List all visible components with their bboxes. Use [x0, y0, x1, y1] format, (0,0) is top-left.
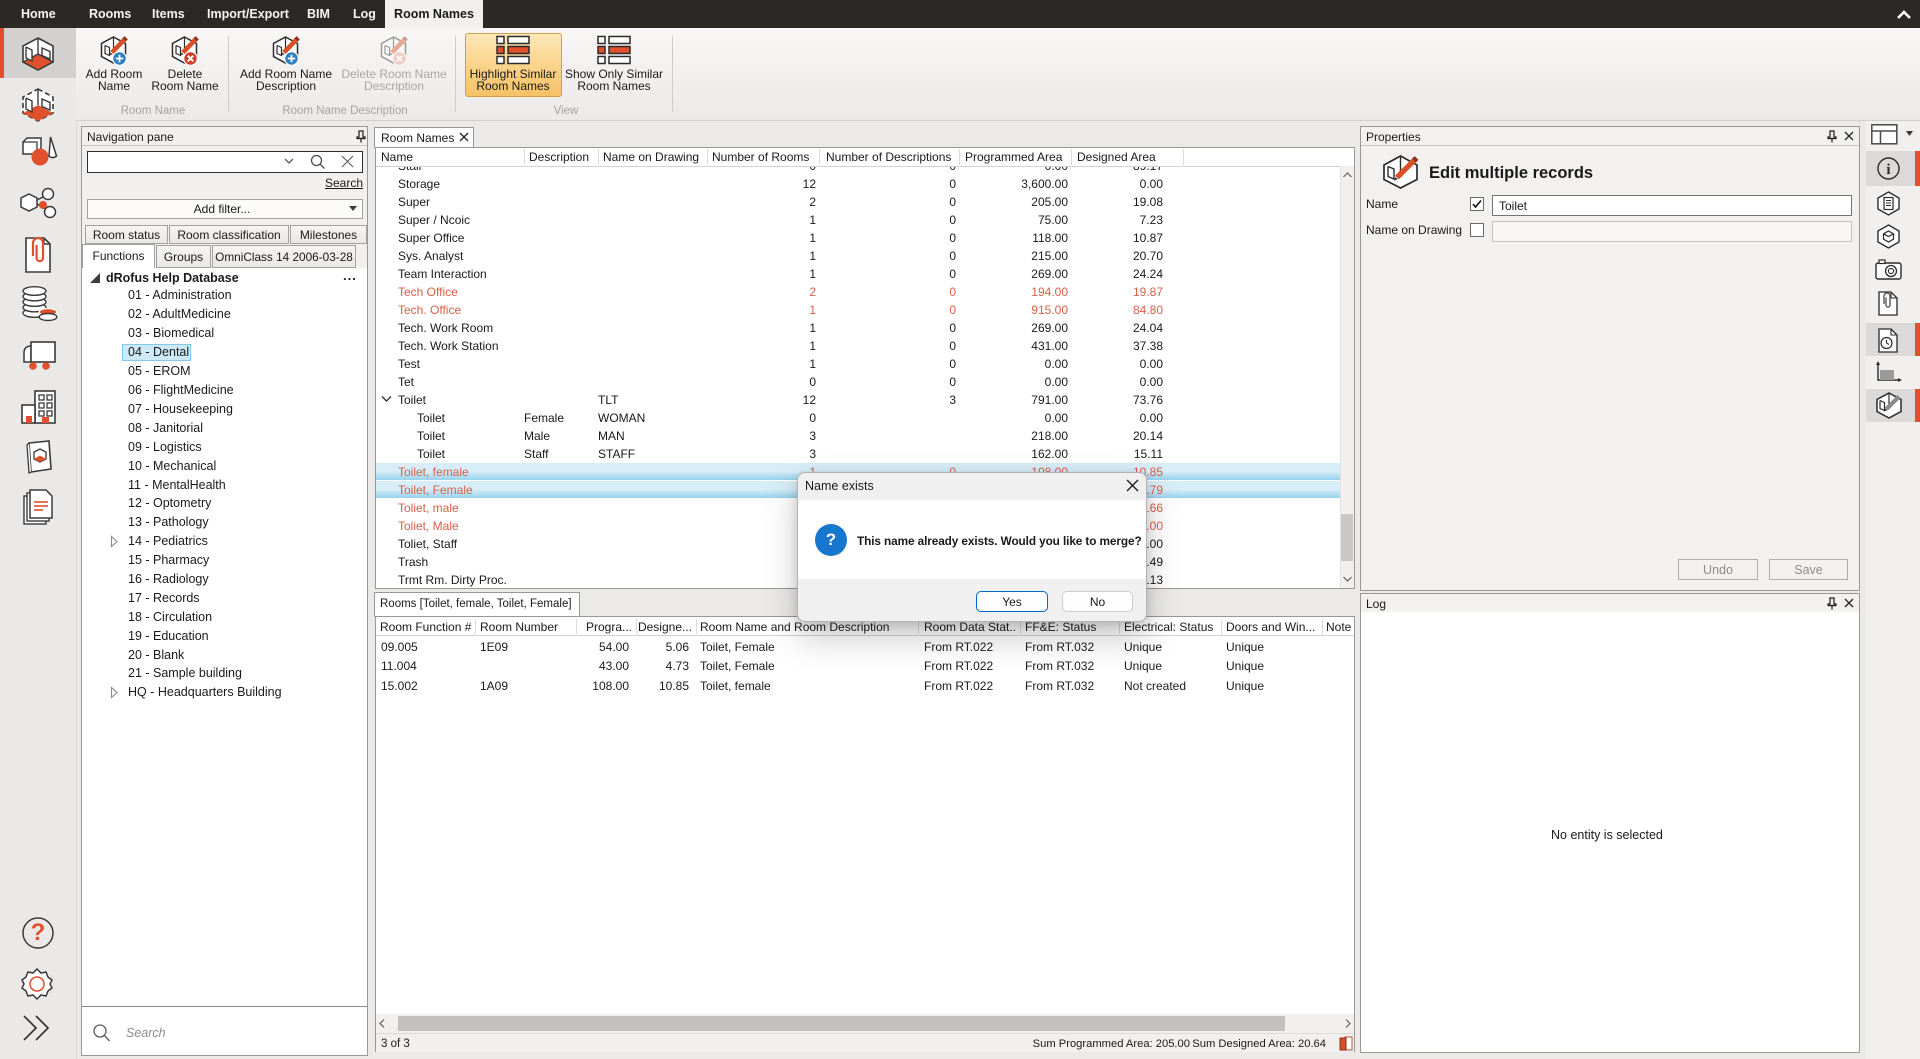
svg-text:?: ? [31, 919, 46, 946]
svg-text:i: i [1886, 162, 1890, 178]
